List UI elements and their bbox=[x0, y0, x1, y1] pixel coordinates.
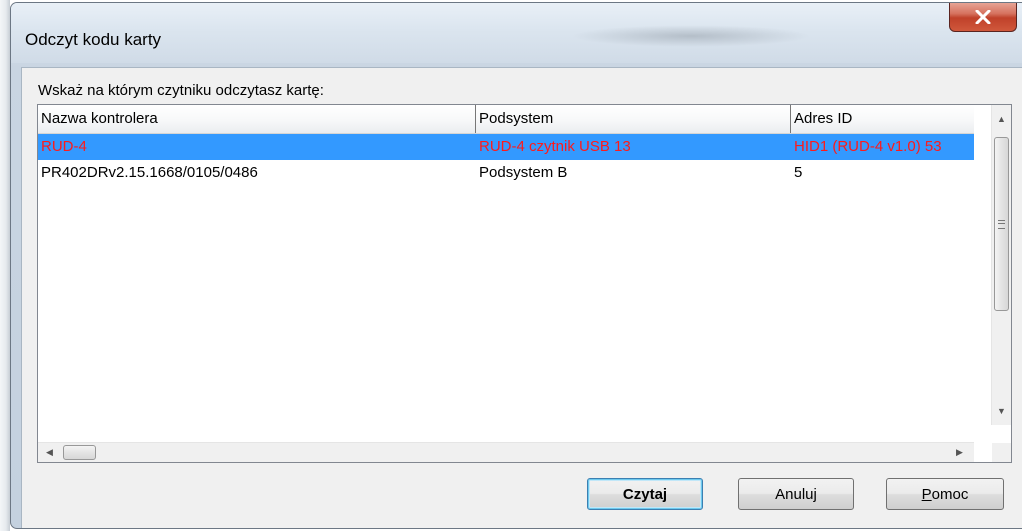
dialog-window: Odczyt kodu karty Wskaż na którym czytni… bbox=[10, 2, 1022, 529]
column-header-address-id[interactable]: Adres ID bbox=[791, 105, 974, 133]
table-row[interactable]: PR402DRv2.15.1668/0105/0486 Podsystem B … bbox=[38, 160, 974, 186]
dialog-client-area: Wskaż na którym czytniku odczytasz kartę… bbox=[21, 67, 1022, 528]
scroll-down-icon[interactable]: ▼ bbox=[992, 401, 1011, 421]
close-button[interactable] bbox=[949, 3, 1017, 32]
desktop-background bbox=[0, 0, 10, 531]
vertical-scrollbar[interactable]: ▲ ▼ bbox=[991, 105, 1011, 425]
help-button[interactable]: Pomoc bbox=[886, 478, 1004, 510]
scroll-right-icon[interactable]: ▶ bbox=[950, 443, 969, 462]
cell-controller-name: RUD-4 bbox=[41, 138, 87, 155]
cell-subsystem: Podsystem B bbox=[479, 164, 568, 181]
grip-icon bbox=[998, 219, 1005, 229]
title-bar-glow bbox=[571, 25, 811, 47]
help-label-rest: omoc bbox=[931, 485, 969, 503]
vertical-scroll-thumb[interactable] bbox=[994, 137, 1009, 311]
scroll-up-icon[interactable]: ▲ bbox=[992, 109, 1011, 129]
cell-address-id: 5 bbox=[794, 164, 803, 181]
close-icon bbox=[975, 9, 991, 24]
window-title: Odczyt kodu karty bbox=[25, 30, 162, 49]
scroll-left-icon[interactable]: ◀ bbox=[40, 443, 59, 462]
cancel-button[interactable]: Anuluj bbox=[738, 478, 854, 510]
reader-list[interactable]: Nazwa kontrolera Podsystem Adres ID RUD-… bbox=[37, 104, 1012, 463]
column-header-controller-name[interactable]: Nazwa kontrolera bbox=[38, 105, 476, 133]
reader-prompt-label: Wskaż na którym czytniku odczytasz kartę… bbox=[38, 82, 324, 99]
read-button[interactable]: Czytaj bbox=[587, 478, 703, 510]
column-header-subsystem[interactable]: Podsystem bbox=[476, 105, 791, 133]
table-row[interactable]: RUD-4 RUD-4 czytnik USB 13 HID1 (RUD-4 v… bbox=[38, 134, 974, 160]
scrollbar-corner bbox=[992, 443, 1011, 462]
title-bar[interactable]: Odczyt kodu karty bbox=[11, 3, 1022, 63]
horizontal-scrollbar[interactable]: ◀ ▶ bbox=[38, 442, 974, 462]
cell-subsystem: RUD-4 czytnik USB 13 bbox=[479, 138, 631, 155]
horizontal-scroll-thumb[interactable] bbox=[63, 445, 96, 460]
cell-address-id: HID1 (RUD-4 v1.0) 53 bbox=[794, 138, 942, 155]
list-header: Nazwa kontrolera Podsystem Adres ID bbox=[38, 105, 974, 134]
cell-controller-name: PR402DRv2.15.1668/0105/0486 bbox=[41, 164, 258, 181]
help-mnemonic: P bbox=[921, 485, 932, 503]
